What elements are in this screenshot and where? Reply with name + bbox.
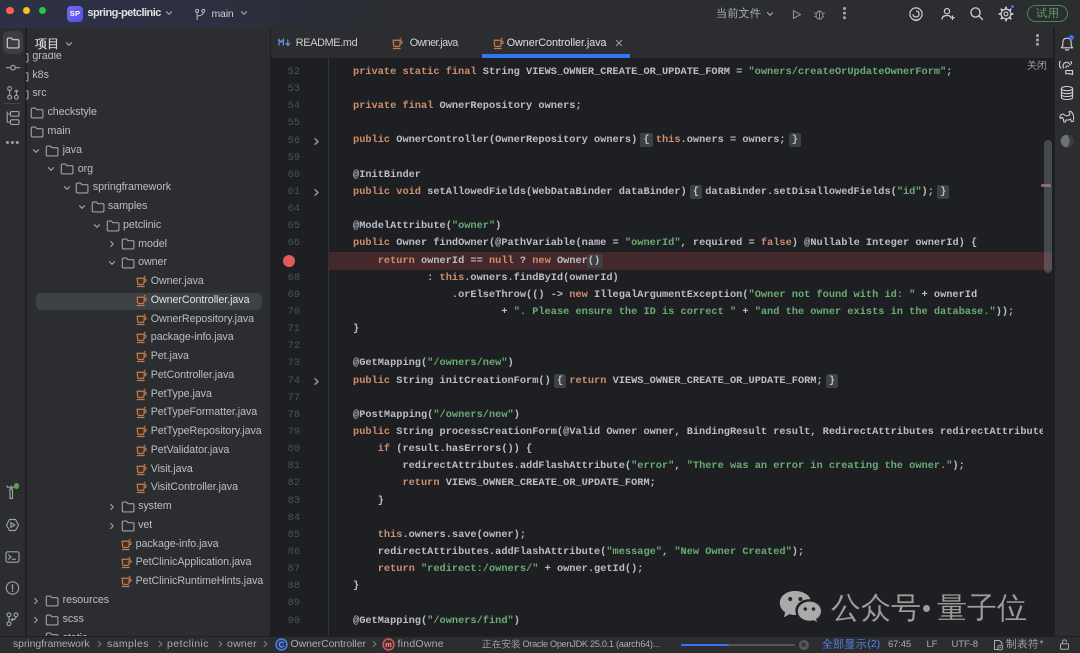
svg-text:C: C: [278, 641, 284, 650]
svg-text:m: m: [385, 641, 392, 650]
